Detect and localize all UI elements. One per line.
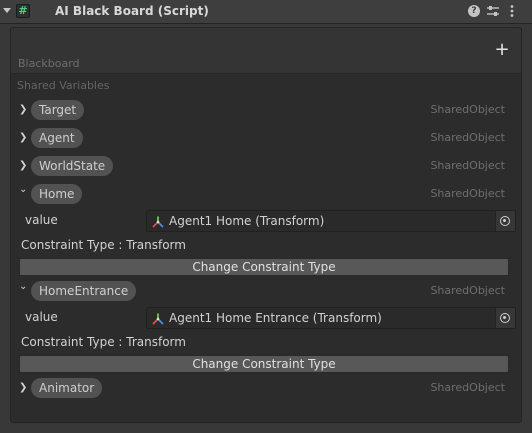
help-icon[interactable]: ? [467, 4, 481, 18]
variable-row[interactable]: ⌄ Home SharedObject [11, 182, 521, 206]
variable-row[interactable]: ❯ Target SharedObject [11, 98, 521, 122]
variable-row[interactable]: ❯ Agent SharedObject [11, 126, 521, 150]
variable-name-pill[interactable]: Target [31, 100, 85, 120]
variable-name-pill[interactable]: WorldState [31, 156, 114, 176]
kebab-menu-icon[interactable] [505, 4, 519, 18]
shared-variables-label: Shared Variables [17, 79, 110, 92]
object-value: Agent1 Home (Transform) [169, 214, 325, 228]
variable-type: SharedObject [430, 159, 505, 172]
blackboard-title: Blackboard [18, 57, 80, 70]
object-picker-icon[interactable] [495, 211, 515, 231]
change-constraint-type-button[interactable]: Change Constraint Type [19, 355, 509, 373]
constraint-type-label: Constraint Type : Transform [21, 238, 186, 252]
variable-name-pill[interactable]: Home [31, 184, 83, 204]
chevron-right-icon[interactable]: ❯ [19, 382, 29, 394]
value-label: value [25, 310, 58, 324]
variable-type: SharedObject [430, 187, 505, 200]
chevron-down-icon[interactable]: ⌄ [19, 281, 29, 293]
object-field[interactable]: Agent1 Home (Transform) [146, 210, 516, 232]
value-label: value [25, 213, 58, 227]
chevron-right-icon[interactable]: ❯ [19, 104, 29, 116]
constraint-type-label: Constraint Type : Transform [21, 335, 186, 349]
variable-row[interactable]: ⌄ HomeEntrance SharedObject [11, 279, 521, 303]
chevron-right-icon[interactable]: ❯ [19, 160, 29, 172]
transform-icon [152, 313, 164, 325]
variable-name-pill[interactable]: HomeEntrance [31, 281, 137, 301]
object-value: Agent1 Home Entrance (Transform) [169, 311, 382, 325]
object-picker-icon[interactable] [495, 308, 515, 328]
blackboard-header: Blackboard + [11, 28, 521, 74]
variable-row[interactable]: ❯ WorldState SharedObject [11, 154, 521, 178]
variable-row[interactable]: ❯ Animator SharedObject [11, 376, 521, 400]
component-header[interactable]: # AI Black Board (Script) ? [0, 0, 532, 24]
transform-icon [152, 216, 164, 228]
variable-type: SharedObject [430, 284, 505, 297]
foldout-arrow-icon[interactable] [3, 8, 11, 13]
variable-type: SharedObject [430, 103, 505, 116]
blackboard-panel: Blackboard + Shared Variables ❯ Target S… [10, 27, 522, 423]
variable-type: SharedObject [430, 131, 505, 144]
variable-type: SharedObject [430, 381, 505, 394]
change-constraint-type-button[interactable]: Change Constraint Type [19, 258, 509, 276]
presets-icon[interactable] [486, 4, 500, 18]
chevron-down-icon[interactable]: ⌄ [19, 184, 29, 196]
object-field[interactable]: Agent1 Home Entrance (Transform) [146, 307, 516, 329]
add-variable-button[interactable]: + [494, 40, 510, 60]
variable-name-pill[interactable]: Agent [31, 128, 83, 148]
component-title: AI Black Board (Script) [55, 4, 209, 18]
hash-script-icon: # [16, 4, 30, 18]
variable-name-pill[interactable]: Animator [31, 378, 103, 398]
chevron-right-icon[interactable]: ❯ [19, 132, 29, 144]
